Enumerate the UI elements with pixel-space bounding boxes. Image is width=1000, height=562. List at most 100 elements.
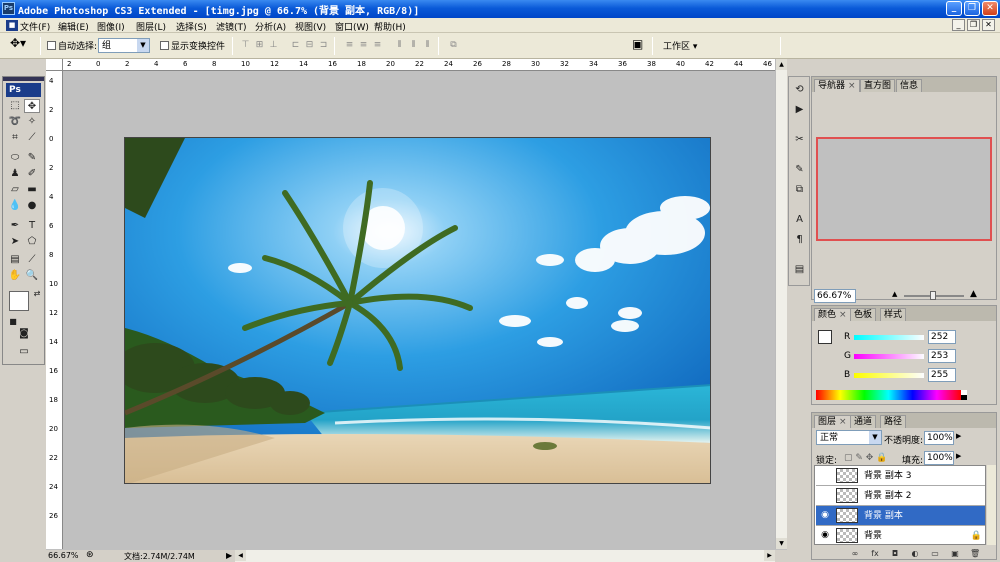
path-select-icon[interactable]: ➤ (7, 235, 23, 249)
workspace-button[interactable]: 工作区 ▾ (663, 39, 697, 52)
horizontal-ruler[interactable]: 2 0 2 4 6 8 10 12 14 16 18 20 22 24 26 28 30 32 34 36 38 40 42… (63, 59, 775, 71)
crop-tool-icon[interactable]: ⌗ (7, 131, 23, 145)
align-bottom-icon[interactable]: ⊥ (268, 40, 279, 51)
zoom-slider-thumb[interactable] (930, 291, 936, 300)
channel-b-value[interactable]: 255 (928, 368, 956, 382)
new-layer-icon[interactable]: ▣ (950, 549, 960, 559)
distribute-right-icon[interactable]: ⦀ (422, 40, 433, 51)
swap-colors-icon[interactable]: ⇄ (29, 287, 45, 301)
slice-tool-icon[interactable]: ⟋ (24, 131, 40, 145)
clone-stamp-icon[interactable]: ♟ (7, 167, 23, 181)
zoom-in-icon[interactable]: ▲ (970, 289, 977, 299)
vertical-scrollbar[interactable]: ▲ ▼ (775, 59, 787, 549)
brushes-panel-icon[interactable]: ✎ (791, 161, 808, 178)
channel-r-value[interactable]: 252 (928, 330, 956, 344)
horizontal-scrollbar[interactable]: ◀ ▶ (235, 550, 775, 562)
close-icon[interactable]: × (848, 81, 856, 91)
gradient-tool-icon[interactable]: ▬ (24, 183, 40, 197)
layer-row[interactable]: 背景 副本 3 (816, 466, 985, 486)
lock-icons[interactable]: ▢ ✎ ✥ 🔒 (844, 453, 887, 463)
fill-field[interactable]: 100% (924, 451, 954, 465)
menu-layer[interactable]: 图层(L) (136, 20, 166, 33)
eye-icon[interactable]: ◉ (819, 509, 831, 521)
zoom-tool-icon[interactable]: 🔍 (24, 269, 40, 283)
opacity-arrow-icon[interactable]: ▶ (956, 432, 961, 440)
minimize-button[interactable]: _ (946, 1, 962, 16)
menu-file[interactable]: 文件(F) (20, 20, 50, 33)
scroll-left-arrow[interactable]: ◀ (235, 550, 246, 561)
distribute-bottom-icon[interactable]: ≡ (372, 40, 383, 51)
menu-select[interactable]: 选择(S) (176, 20, 207, 33)
character-panel-icon[interactable]: A (791, 211, 808, 228)
align-right-icon[interactable]: ⊐ (318, 40, 329, 51)
history-panel-icon[interactable]: ⟲ (791, 81, 808, 98)
show-transform-checkbox[interactable] (160, 41, 169, 50)
visibility-toggle[interactable] (819, 469, 831, 481)
channel-g-value[interactable]: 253 (928, 349, 956, 363)
menu-image[interactable]: 图像(I) (97, 20, 125, 33)
doc-restore-button[interactable]: ❐ (967, 19, 980, 31)
align-hcenter-icon[interactable]: ⊟ (304, 40, 315, 51)
restore-button[interactable]: ❐ (964, 1, 980, 16)
distribute-left-icon[interactable]: ⦀ (394, 40, 405, 51)
close-button[interactable]: ✕ (982, 1, 998, 16)
marquee-tool-icon[interactable]: ⬚ (7, 99, 23, 113)
zoom-readout[interactable]: 66.67% (48, 551, 79, 560)
menu-help[interactable]: 帮助(H) (374, 20, 406, 33)
fill-arrow-icon[interactable]: ▶ (956, 452, 961, 460)
close-icon[interactable]: × (839, 310, 847, 320)
align-vcenter-icon[interactable]: ⊞ (254, 40, 265, 51)
fg-color-chip[interactable] (818, 330, 832, 344)
eye-icon[interactable]: ◉ (819, 529, 831, 541)
align-left-icon[interactable]: ⊏ (290, 40, 301, 51)
paragraph-panel-icon[interactable]: ¶ (791, 231, 808, 248)
layer-mask-icon[interactable]: ◘ (890, 549, 900, 559)
close-icon[interactable]: × (839, 417, 847, 427)
brush-tool-icon[interactable]: ✎ (24, 151, 40, 165)
auto-select-checkbox[interactable] (47, 41, 56, 50)
menu-analysis[interactable]: 分析(A) (255, 20, 286, 33)
layer-style-icon[interactable]: fx (870, 549, 880, 559)
visibility-toggle[interactable] (819, 489, 831, 501)
layer-row[interactable]: ◉ 背景 副本 (816, 506, 985, 526)
status-menu-icon[interactable]: ⊛ (86, 550, 94, 560)
distribute-top-icon[interactable]: ≡ (344, 40, 355, 51)
tab-styles[interactable]: 样式 (880, 308, 907, 321)
align-top-icon[interactable]: ⊤ (240, 40, 251, 51)
bridge-icon[interactable]: ▣ (632, 37, 643, 51)
auto-align-icon[interactable]: ⧉ (448, 40, 459, 51)
move-tool-icon[interactable]: ✥▾ (10, 36, 26, 50)
tab-color[interactable]: 颜色 × (814, 308, 851, 321)
distribute-vcenter-icon[interactable]: ≡ (358, 40, 369, 51)
trash-icon[interactable]: 🗑 (970, 549, 980, 559)
layers-scrollbar[interactable] (987, 465, 996, 545)
tab-layers[interactable]: 图层 × (814, 415, 851, 428)
layer-comps-icon[interactable]: ▤ (791, 261, 808, 278)
toolbox-grip[interactable] (3, 77, 44, 81)
dodge-tool-icon[interactable]: ● (24, 199, 40, 213)
black-swatch[interactable] (961, 395, 967, 400)
canvas-image[interactable] (124, 137, 711, 484)
pen-tool-icon[interactable]: ✒ (7, 219, 23, 233)
menu-window[interactable]: 窗口(W) (335, 20, 369, 33)
foreground-color-swatch[interactable] (9, 291, 29, 311)
menu-view[interactable]: 视图(V) (295, 20, 326, 33)
blur-tool-icon[interactable]: 💧 (7, 199, 23, 213)
shape-tool-icon[interactable]: ⬠ (24, 235, 40, 249)
type-tool-icon[interactable]: T (24, 219, 40, 233)
layer-row[interactable]: ◉ 背景 🔒 (816, 526, 985, 544)
blend-mode-dropdown[interactable]: 正常 ▼ (816, 430, 882, 445)
opacity-field[interactable]: 100% (924, 431, 954, 445)
doc-minimize-button[interactable]: _ (952, 19, 965, 31)
tab-histogram[interactable]: 直方图 (860, 79, 896, 92)
scroll-right-arrow[interactable]: ▶ (764, 550, 775, 561)
menu-edit[interactable]: 编辑(E) (58, 20, 89, 33)
eyedropper-icon[interactable]: ⟋ (24, 253, 40, 267)
screen-mode-icon[interactable]: ▭ (16, 345, 32, 359)
tool-presets-icon[interactable]: ✂ (791, 131, 808, 148)
zoom-out-icon[interactable]: ▲ (892, 290, 897, 298)
distribute-hcenter-icon[interactable]: ⦀ (408, 40, 419, 51)
tab-swatches[interactable]: 色板 (850, 308, 877, 321)
navigator-preview[interactable] (816, 137, 992, 241)
layer-row[interactable]: 背景 副本 2 (816, 486, 985, 506)
